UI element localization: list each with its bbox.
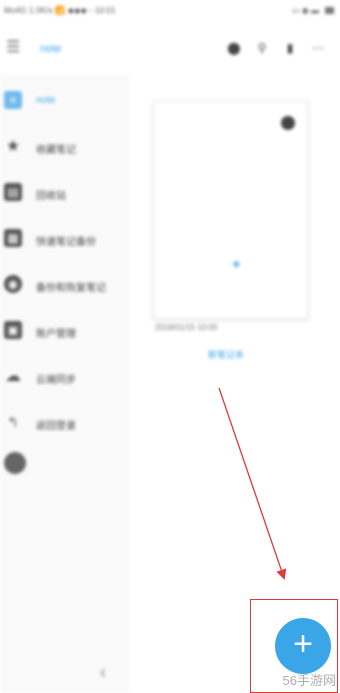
more-icon[interactable]: ⋯: [310, 40, 326, 56]
cloud-icon: ☁: [5, 368, 21, 385]
sidebar-item-label: 返回登录: [36, 421, 76, 432]
restore-icon: ◉: [4, 275, 22, 293]
status-bar-right: ▭ ◉ ▬: [292, 6, 334, 15]
account-icon: ▣: [4, 321, 22, 339]
chevron-left-icon[interactable]: ‹: [100, 662, 106, 683]
sidebar-item-restore[interactable]: ◉ 备份和恢复笔记: [0, 267, 128, 303]
app-title: note: [40, 43, 62, 55]
search-icon[interactable]: ⚲: [254, 40, 270, 56]
sidebar-item-label: 收藏笔记: [36, 145, 76, 156]
sidebar-item-label: 备份和恢复笔记: [36, 283, 106, 294]
add-note-icon[interactable]: +: [232, 256, 241, 273]
status-bar-icons: ▭ ◉ ▬: [292, 6, 319, 15]
sidebar-item-logout[interactable]: ↰ 返回登录: [0, 405, 128, 441]
notebook-date: 2018/01/15 10:00: [155, 323, 218, 332]
battery-icon: [325, 7, 334, 14]
more-dots-icon[interactable]: [281, 116, 295, 130]
backup-icon: ▦: [4, 229, 22, 247]
sidebar-item-label: 回收站: [36, 191, 66, 202]
sync-icon[interactable]: ▮: [282, 40, 298, 56]
sidebar-item-label: 云端同步: [36, 375, 76, 386]
notebook-name[interactable]: 新笔记本: [208, 348, 244, 361]
app-screen: Mo4G 1.0K/s 📶 ◆◆◆ ◦ 10:01 ▭ ◉ ▬ ☰ note ⬤…: [0, 0, 340, 693]
star-icon: ★: [5, 138, 21, 155]
notebook-card[interactable]: +: [153, 101, 308, 319]
trash-icon: ▤: [4, 183, 22, 201]
status-bar-left: Mo4G 1.0K/s 📶 ◆◆◆ ◦ 10:01: [4, 6, 116, 15]
sidebar-item-backup[interactable]: ▦ 快速笔记备份: [0, 221, 128, 257]
logout-icon: ↰: [7, 413, 19, 430]
sidebar: ≡ note ★ 收藏笔记 ▤ 回收站 ▦ 快速笔记备份 ◉ 备份和恢复笔记 ▣…: [0, 75, 128, 693]
watermark: 56手游网: [282, 673, 336, 688]
notebook-icon: ≡: [4, 91, 22, 109]
sidebar-item-note[interactable]: ≡ note: [0, 83, 128, 119]
menu-toggle-icon[interactable]: ☰: [6, 38, 26, 58]
sort-icon[interactable]: ⬤: [226, 40, 242, 56]
sidebar-item-cloud[interactable]: ☁ 云端同步: [0, 359, 128, 395]
top-bar-actions: ⬤ ⚲ ▮ ⋯: [226, 40, 326, 56]
sidebar-item-account[interactable]: ▣ 账户管理: [0, 313, 128, 349]
sidebar-item-label: 快速笔记备份: [36, 237, 96, 248]
sidebar-item-trash[interactable]: ▤ 回收站: [0, 175, 128, 211]
sidebar-item-label: note: [36, 95, 56, 106]
settings-icon[interactable]: [4, 452, 26, 474]
status-bar: Mo4G 1.0K/s 📶 ◆◆◆ ◦ 10:01 ▭ ◉ ▬: [0, 0, 340, 22]
sidebar-item-favorites[interactable]: ★ 收藏笔记: [0, 129, 128, 165]
top-bar: ☰ note ⬤ ⚲ ▮ ⋯: [0, 28, 340, 70]
add-fab-button[interactable]: +: [275, 618, 331, 674]
sidebar-item-label: 账户管理: [36, 329, 76, 340]
